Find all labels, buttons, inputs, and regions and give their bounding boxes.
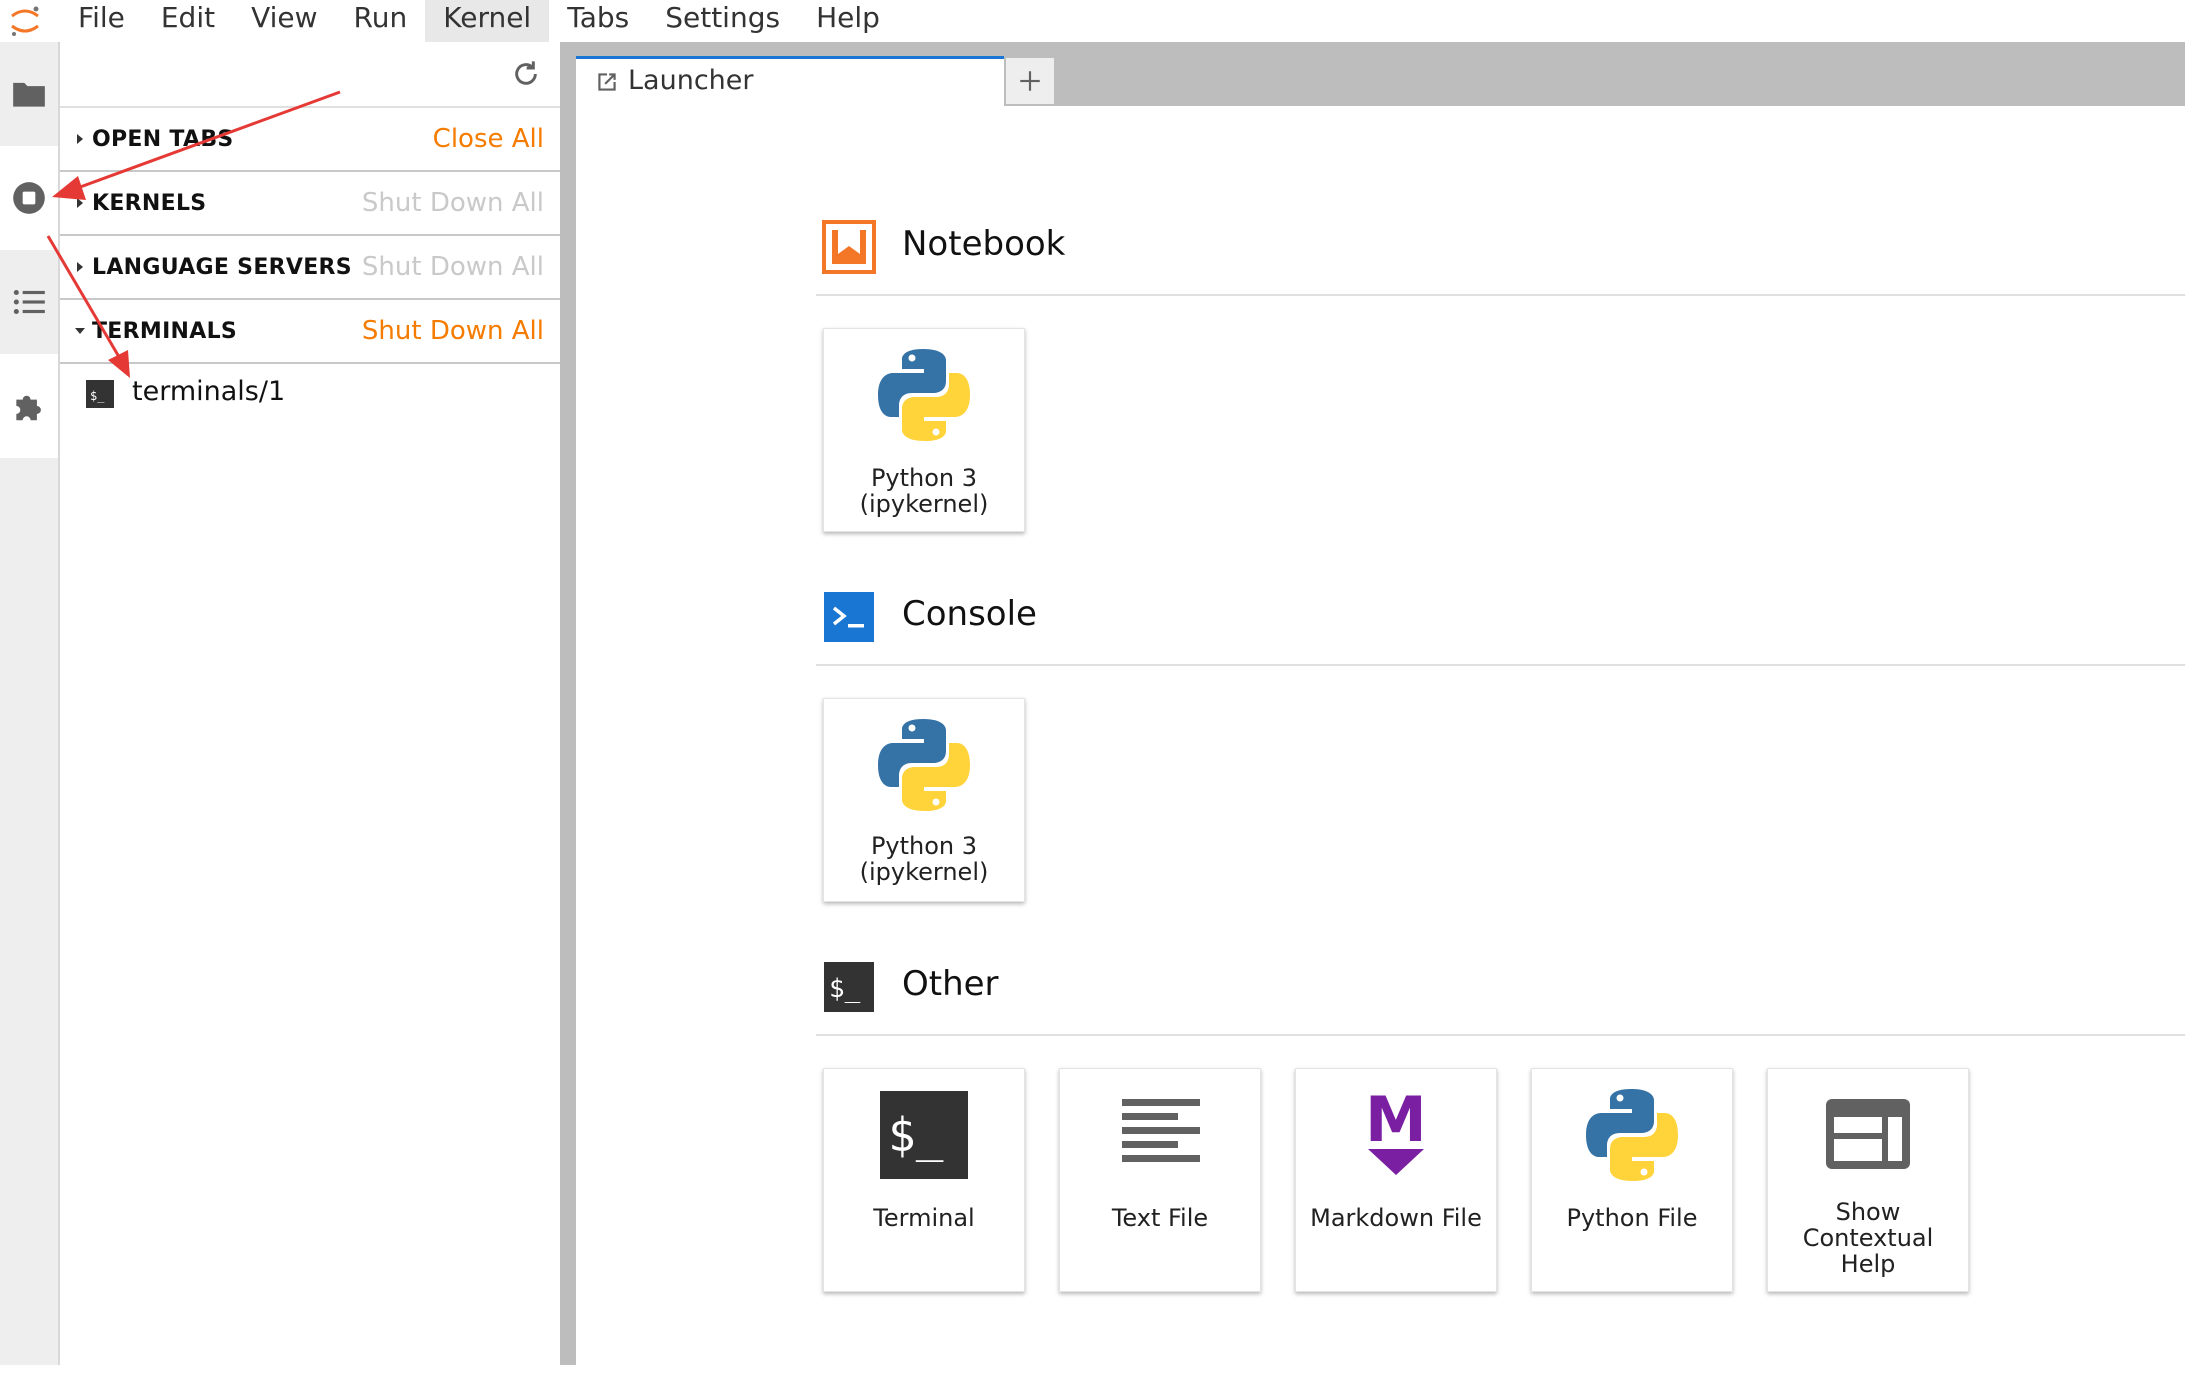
section-label: OPEN TABS [92, 126, 234, 152]
notebook-python3-card[interactable]: Python 3 (ipykernel) [823, 328, 1025, 532]
caret-down-icon [75, 328, 85, 334]
section-label: TERMINALS [92, 318, 238, 344]
tab-launcher[interactable]: Launcher [576, 56, 1004, 106]
caret-right-icon [77, 198, 83, 208]
section-title: Other [902, 964, 999, 1004]
python-logo-icon [1586, 1089, 1678, 1181]
notebook-section-header: Notebook [822, 212, 2185, 282]
python-file-card[interactable]: Python File [1531, 1068, 1733, 1292]
plus-icon [1020, 71, 1040, 91]
menu-file[interactable]: File [60, 0, 143, 42]
section-label: LANGUAGE SERVERS [92, 254, 352, 280]
section-kernels[interactable]: KERNELS Shut Down All [60, 172, 560, 236]
terminal-session-item[interactable]: $_ terminals/1 [60, 368, 560, 420]
card-label: Markdown File [1310, 1204, 1482, 1232]
tab-bar: Launcher [576, 42, 2185, 106]
extension-manager-button[interactable] [0, 354, 58, 458]
shut-down-all-language-servers-button[interactable]: Shut Down All [362, 252, 544, 282]
card-label: Python File [1566, 1204, 1698, 1232]
text-file-icon [1122, 1099, 1200, 1162]
list-icon [13, 289, 45, 315]
jupyter-logo-icon [11, 6, 39, 36]
console-icon [824, 592, 874, 642]
file-browser-button[interactable] [0, 42, 58, 146]
console-section-header: Console [822, 582, 2185, 652]
terminal-session-label: terminals/1 [132, 376, 286, 407]
terminal-icon: $_ [86, 380, 114, 408]
markdown-file-card[interactable]: M Markdown File [1295, 1068, 1497, 1292]
menu-tabs[interactable]: Tabs [549, 0, 647, 42]
shut-down-all-terminals-button[interactable]: Shut Down All [362, 316, 544, 346]
card-label: Text File [1111, 1204, 1209, 1232]
card-label: Terminal [873, 1204, 975, 1232]
launch-icon [598, 73, 616, 91]
panel-toolbar [60, 42, 560, 108]
svg-text:$_: $_ [888, 1108, 944, 1162]
refresh-icon[interactable] [510, 58, 542, 90]
launcher-panel: Notebook Python 3 (ipykernel) Console Py… [576, 106, 2185, 1381]
markdown-icon: M [1365, 1085, 1427, 1175]
menu-kernel[interactable]: Kernel [425, 0, 550, 42]
svg-text:M: M [1365, 1085, 1427, 1156]
section-open-tabs[interactable]: OPEN TABS Close All [60, 108, 560, 172]
close-all-button[interactable]: Close All [433, 124, 544, 154]
python-logo-icon [878, 349, 970, 441]
caret-right-icon [77, 134, 83, 144]
menu-view[interactable]: View [233, 0, 335, 42]
activity-bar [0, 42, 60, 1365]
panel-splitter[interactable] [560, 42, 576, 1365]
text-file-card[interactable]: Text File [1059, 1068, 1261, 1292]
svg-text:$_: $_ [90, 389, 105, 403]
menu-edit[interactable]: Edit [143, 0, 233, 42]
terminal-icon: $_ [880, 1091, 968, 1179]
section-title: Console [902, 594, 1037, 634]
menu-help[interactable]: Help [798, 0, 898, 42]
stop-circle-icon [13, 182, 45, 214]
tab-label: Launcher [628, 65, 754, 96]
python-logo-icon [878, 719, 970, 811]
menu-run[interactable]: Run [336, 0, 426, 42]
running-panel: OPEN TABS Close All KERNELS Shut Down Al… [60, 42, 560, 1365]
console-python3-card[interactable]: Python 3 (ipykernel) [823, 698, 1025, 902]
shut-down-all-kernels-button[interactable]: Shut Down All [362, 188, 544, 218]
divider [816, 1034, 2185, 1036]
running-sessions-button[interactable] [0, 146, 58, 250]
terminal-card[interactable]: $_ Terminal [823, 1068, 1025, 1292]
card-label: Show Contextual Help [1802, 1198, 1934, 1278]
caret-right-icon [77, 262, 83, 272]
card-label: Python 3 (ipykernel) [859, 464, 989, 518]
puzzle-icon [16, 395, 41, 421]
menu-bar: File Edit View Run Kernel Tabs Settings … [0, 0, 2185, 42]
contextual-help-icon [1826, 1099, 1910, 1169]
table-of-contents-button[interactable] [0, 250, 58, 354]
other-section-header: $_ Other [822, 952, 2185, 1022]
contextual-help-card[interactable]: Show Contextual Help [1767, 1068, 1969, 1292]
section-title: Notebook [902, 224, 1066, 264]
section-terminals[interactable]: TERMINALS Shut Down All [60, 300, 560, 364]
terminal-icon: $_ [824, 962, 874, 1012]
notebook-icon [822, 220, 876, 274]
section-label: KERNELS [92, 190, 207, 216]
menu-settings[interactable]: Settings [647, 0, 798, 42]
section-language-servers[interactable]: LANGUAGE SERVERS Shut Down All [60, 236, 560, 300]
svg-text:$_: $_ [829, 974, 861, 1004]
new-launcher-button[interactable] [1006, 58, 1054, 104]
divider [816, 294, 2185, 296]
card-label: Python 3 (ipykernel) [859, 832, 989, 886]
folder-icon [13, 82, 45, 107]
divider [816, 664, 2185, 666]
